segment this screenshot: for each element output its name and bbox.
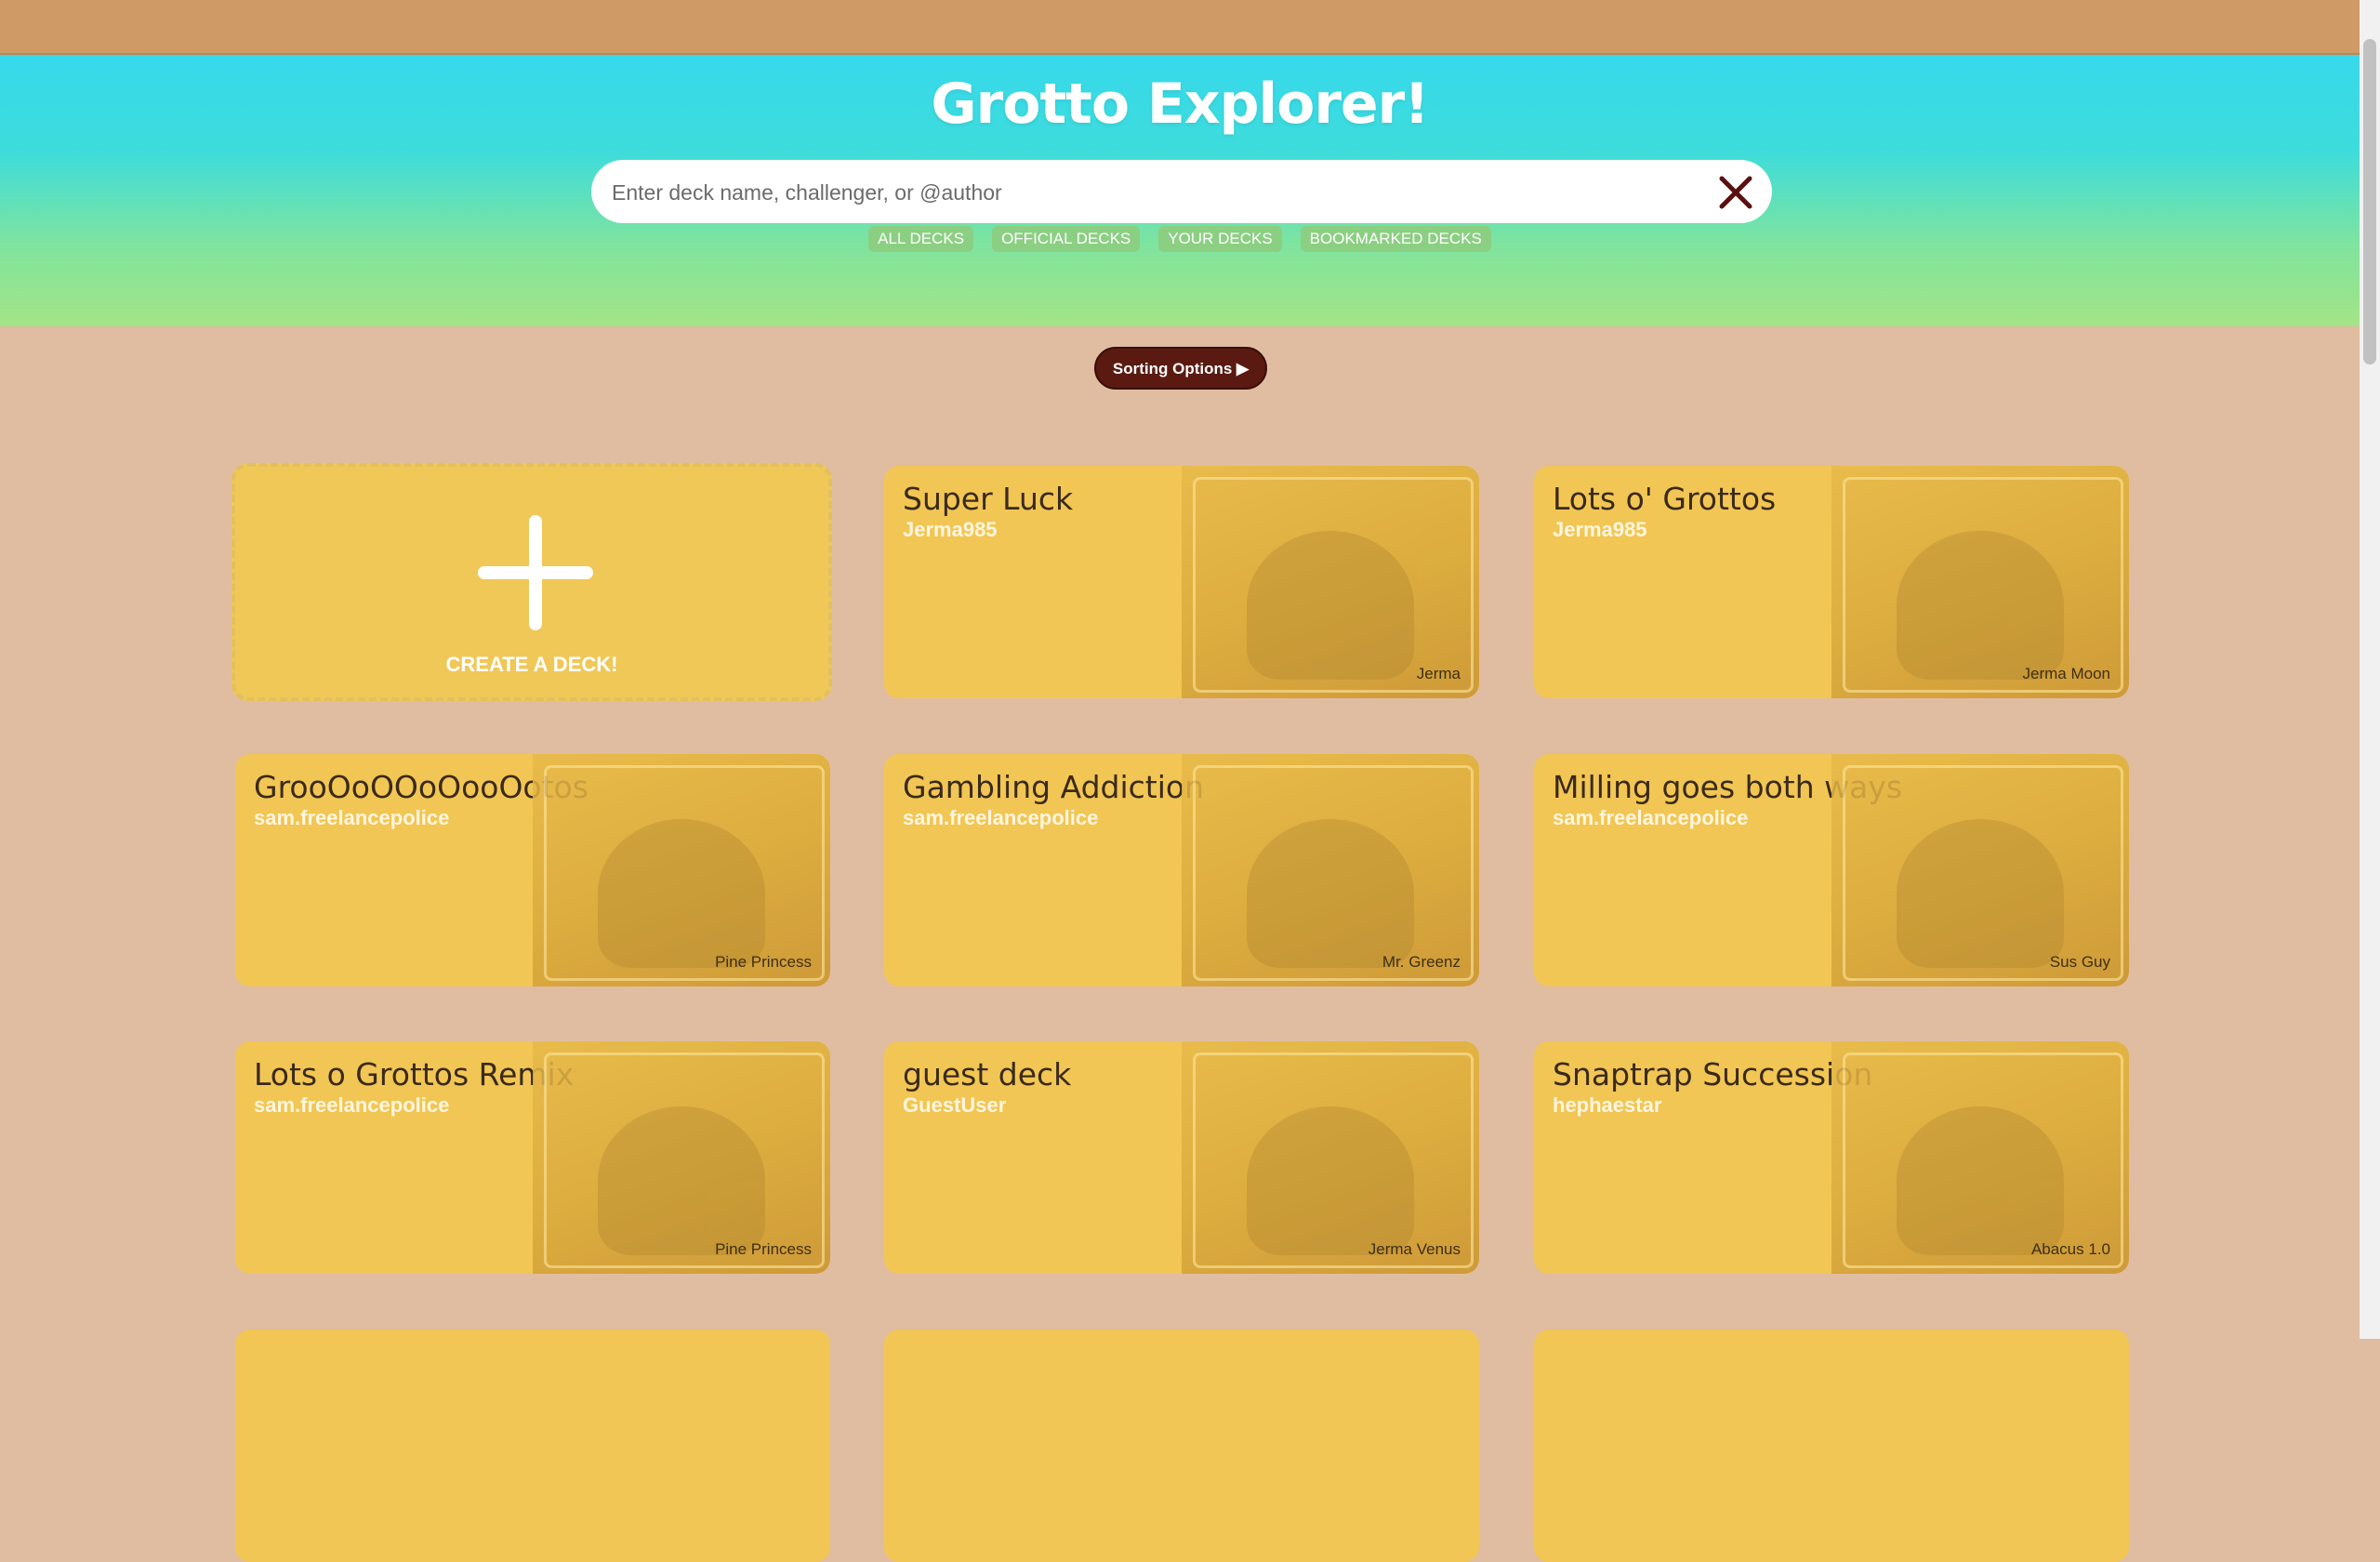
deck-author: hephaestar: [1553, 1093, 1662, 1117]
page-title: Grotto Explorer!: [931, 72, 1429, 137]
deck-card[interactable]: Milling goes both ways sam.freelancepoli…: [1534, 754, 2129, 986]
card-name: Pine Princess: [715, 953, 812, 971]
search-input[interactable]: [610, 160, 1636, 225]
deck-author: GuestUser: [903, 1093, 1007, 1117]
scrollbar-thumb[interactable]: [2363, 39, 2376, 364]
card-name: Abacus 1.0: [2030, 1240, 2110, 1258]
card-art-image: [1182, 466, 1479, 698]
deck-name: guest deck: [903, 1056, 1072, 1092]
deck-card[interactable]: Gambling Addiction sam.freelancepolice M…: [884, 754, 1479, 986]
tab-bookmarked-decks[interactable]: BOOKMARKED DECKS: [1300, 226, 1491, 252]
card-art-image: [1831, 466, 2129, 698]
deck-card-partial[interactable]: [884, 1330, 1479, 1562]
create-deck-label: CREATE A DECK!: [445, 653, 618, 676]
card-name: Pine Princess: [715, 1240, 812, 1258]
deck-card[interactable]: Super Luck Jerma985 Jerma: [884, 466, 1479, 698]
deck-author: sam.freelancepolice: [254, 806, 450, 829]
deck-card[interactable]: GrooOoOOoOooOotos sam.freelancepolice Pi…: [235, 754, 830, 986]
deck-card-partial[interactable]: [1534, 1330, 2129, 1562]
deck-author: sam.freelancepolice: [254, 1093, 450, 1117]
card-art-image: [1831, 1041, 2129, 1274]
card-name: Sus Guy: [2049, 953, 2110, 971]
deck-author: sam.freelancepolice: [1553, 806, 1749, 829]
deck-card[interactable]: Snaptrap Succession hephaestar Abacus 1.…: [1534, 1041, 2129, 1274]
card-art-image: [533, 754, 830, 986]
deck-card[interactable]: Lots o' Grottos Jerma985 Jerma Moon: [1534, 466, 2129, 698]
close-icon[interactable]: [1718, 175, 1753, 210]
tab-all-decks[interactable]: ALL DECKS: [868, 226, 974, 252]
tab-official-decks[interactable]: OFFICIAL DECKS: [992, 226, 1141, 252]
card-name: Jerma Moon: [2022, 665, 2110, 682]
deck-card[interactable]: guest deck GuestUser Jerma Venus: [884, 1041, 1479, 1274]
card-name: Mr. Greenz: [1382, 953, 1461, 971]
page-scrollbar[interactable]: [2360, 0, 2380, 1339]
card-art-image: [533, 1041, 830, 1274]
card-name: Jerma: [1416, 665, 1461, 682]
card-art-image: [1182, 1041, 1479, 1274]
card-name: Jerma Venus: [1368, 1240, 1461, 1258]
deck-name: Snaptrap Succession: [1553, 1056, 1873, 1092]
create-deck-card[interactable]: CREATE A DECK!: [231, 463, 832, 701]
deck-author: Jerma985: [903, 518, 998, 541]
deck-name: Gambling Addiction: [903, 769, 1204, 805]
card-art-image: [1831, 754, 2129, 986]
deck-card[interactable]: Lots o Grottos Remix sam.freelancepolice…: [235, 1041, 830, 1274]
filter-tabs: ALL DECKS OFFICIAL DECKS YOUR DECKS BOOK…: [0, 226, 2360, 252]
hero-banner: Grotto Explorer! ALL DECKS OFFICIAL DECK…: [0, 55, 2360, 326]
deck-card-partial[interactable]: [235, 1330, 830, 1562]
deck-author: Jerma985: [1553, 518, 1647, 541]
plus-icon-bar: [478, 566, 593, 579]
tab-your-decks[interactable]: YOUR DECKS: [1158, 226, 1282, 252]
deck-name: Super Luck: [903, 481, 1074, 517]
top-bar: [0, 0, 2360, 55]
deck-author: sam.freelancepolice: [903, 806, 1099, 829]
search-bar: [591, 160, 1772, 225]
card-art-image: [1182, 754, 1479, 986]
deck-name: Lots o Grottos Remix: [254, 1056, 575, 1092]
sorting-options-button[interactable]: Sorting Options ▶: [1094, 347, 1267, 390]
deck-name: Lots o' Grottos: [1553, 481, 1777, 517]
